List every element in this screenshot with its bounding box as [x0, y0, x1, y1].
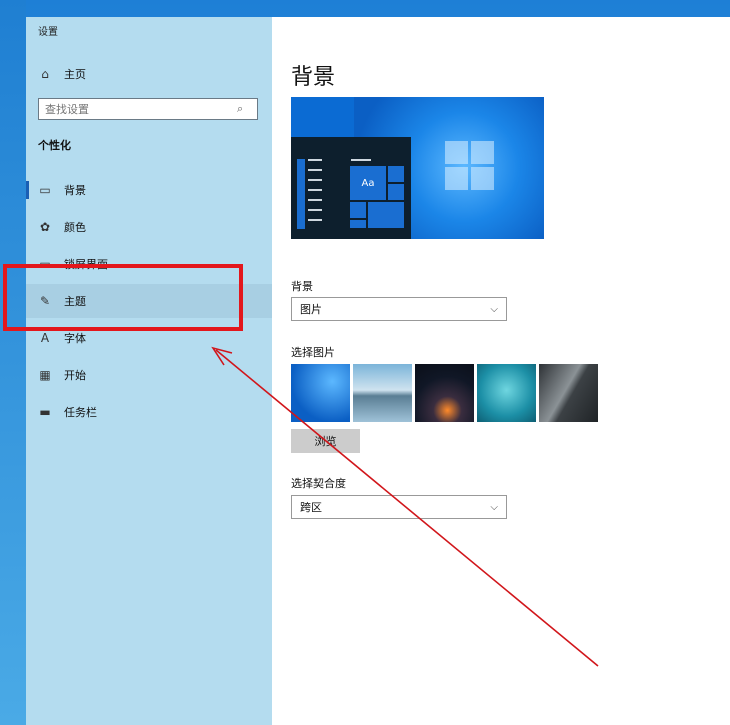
choose-picture-label: 选择图片 — [291, 346, 335, 359]
sidebar-item-label: 背景 — [64, 184, 86, 197]
sidebar-item-colors[interactable]: ✿ 颜色 — [26, 210, 272, 244]
sidebar-item-label: 任务栏 — [64, 406, 97, 419]
sidebar-item-start[interactable]: ▦ 开始 — [26, 358, 272, 392]
window-title: 设置 — [38, 27, 58, 38]
windows-logo-icon — [445, 141, 495, 191]
picture-thumbnails — [291, 364, 598, 422]
sidebar-item-label: 字体 — [64, 332, 86, 345]
image-icon: ▭ — [39, 183, 51, 197]
search-input[interactable] — [39, 100, 237, 118]
background-label: 背景 — [291, 280, 313, 293]
picture-thumbnail[interactable] — [477, 364, 536, 422]
chevron-down-icon: ⌵ — [490, 501, 498, 513]
dropdown-value: 跨区 — [300, 501, 322, 514]
picture-thumbnail[interactable] — [353, 364, 412, 422]
background-preview: Aa — [291, 97, 544, 239]
sidebar-item-background[interactable]: ▭ 背景 — [26, 173, 272, 207]
sidebar: 设置 ⌂ 主页 ⌕ 个性化 ▭ 背景 ✿ 颜色 ▭ 锁屏界面 ✎ 主题 A 字体 — [26, 17, 272, 725]
home-nav-item[interactable]: ⌂ 主页 — [26, 63, 272, 85]
font-icon: A — [40, 331, 50, 345]
taskbar-icon: ▬ — [39, 405, 51, 419]
picture-thumbnail[interactable] — [291, 364, 350, 422]
home-label: 主页 — [64, 68, 86, 81]
desktop-background — [0, 0, 26, 725]
home-icon: ⌂ — [41, 67, 49, 81]
preview-tile: Aa — [349, 165, 387, 201]
main-content: 背景 Aa 背景 图片 ⌵ 选择图片 浏览 选择契合度 跨区 ⌵ — [272, 17, 730, 725]
page-title: 背景 — [291, 65, 336, 90]
sidebar-item-label: 开始 — [64, 369, 86, 382]
start-icon: ▦ — [39, 368, 51, 382]
picture-thumbnail[interactable] — [539, 364, 598, 422]
dropdown-value: 图片 — [300, 303, 322, 316]
sidebar-item-label: 颜色 — [64, 221, 86, 234]
background-dropdown[interactable]: 图片 ⌵ — [291, 297, 507, 321]
search-icon[interactable]: ⌕ — [237, 102, 251, 116]
browse-button[interactable]: 浏览 — [291, 429, 360, 453]
chevron-down-icon: ⌵ — [490, 303, 498, 315]
search-box[interactable]: ⌕ — [38, 98, 258, 120]
settings-window: 设置 ⌂ 主页 ⌕ 个性化 ▭ 背景 ✿ 颜色 ▭ 锁屏界面 ✎ 主题 A 字体 — [26, 17, 730, 725]
fit-dropdown[interactable]: 跨区 ⌵ — [291, 495, 507, 519]
annotation-highlight-box — [3, 264, 243, 331]
sidebar-item-taskbar[interactable]: ▬ 任务栏 — [26, 395, 272, 429]
section-heading: 个性化 — [38, 139, 71, 152]
fit-label: 选择契合度 — [291, 477, 346, 490]
palette-icon: ✿ — [39, 220, 51, 234]
picture-thumbnail[interactable] — [415, 364, 474, 422]
